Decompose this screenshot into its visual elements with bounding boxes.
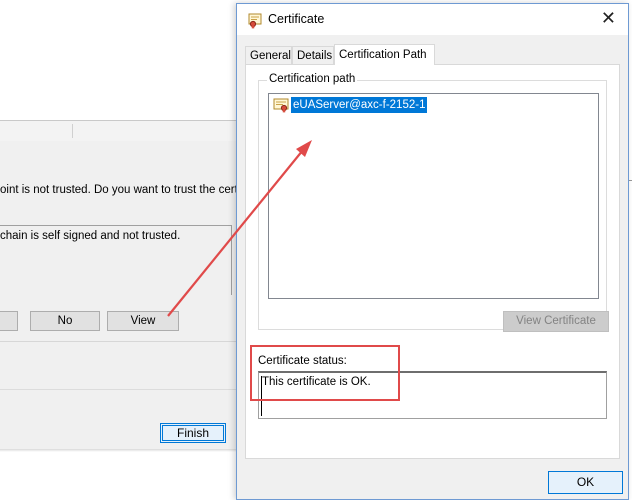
annotation-arrow (167, 140, 312, 317)
tab-certification-path[interactable]: Certification Path (334, 44, 435, 65)
arrow-line (167, 149, 304, 317)
